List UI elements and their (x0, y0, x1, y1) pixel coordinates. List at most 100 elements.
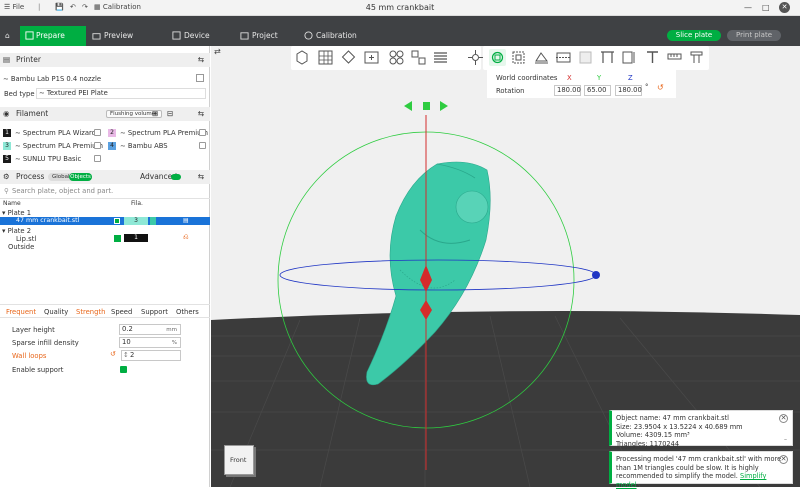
minimize-button[interactable]: — (744, 3, 752, 12)
y-handle-right[interactable] (440, 101, 448, 111)
plate1-label: Plate 1 (7, 209, 32, 217)
filament-5-name: SUNLU TPU Basic (22, 155, 82, 163)
plate1-node[interactable]: ▾ Plate 1 (2, 209, 31, 217)
scale-gizmo-icon[interactable] (510, 49, 527, 66)
slice-plate-button[interactable]: Slice plate (667, 30, 721, 41)
lay-on-face-icon[interactable] (533, 49, 550, 66)
printer-settings-icon[interactable]: ⇆ (198, 53, 204, 67)
mesh-boolean-icon[interactable] (577, 49, 594, 66)
orient-icon[interactable] (340, 49, 357, 66)
remove-filament-icon[interactable]: ⊟ (167, 107, 173, 121)
arrange-all-icon[interactable] (388, 49, 405, 66)
measure-icon[interactable] (666, 49, 683, 66)
tab-calibration[interactable]: Calibration (302, 26, 372, 46)
filament-4-swatch[interactable]: 4 (108, 142, 116, 150)
close-info-notification-button[interactable]: ✕ (779, 414, 788, 423)
collapse-notification-icon[interactable]: – (784, 436, 787, 445)
close-window-button[interactable]: ✕ (779, 2, 790, 13)
obj1-filament[interactable]: 3 (124, 217, 148, 225)
sparse-infill-input[interactable]: 10% (119, 337, 181, 348)
filament-5-swatch[interactable]: 5 (3, 155, 11, 163)
object-row-selected[interactable]: 47 mm crankbait.stl 3 ▤ (0, 217, 210, 225)
obj2-filament[interactable]: 1 (124, 234, 148, 242)
add-cube-icon[interactable] (294, 49, 311, 66)
tab-prepare[interactable]: Prepare (20, 26, 86, 46)
obj2-visible-check[interactable] (114, 235, 121, 242)
global-objects-toggle[interactable]: Global Objects (48, 173, 92, 181)
maximize-button[interactable]: □ (762, 3, 770, 12)
home-tab[interactable]: ⌂ (0, 26, 20, 46)
filament-4-edit-icon[interactable] (199, 142, 206, 149)
seam-paint-icon[interactable] (621, 49, 638, 66)
printer-select[interactable]: ∼ Bambu Lab P1S 0.4 nozzle (3, 75, 101, 83)
tab-preview[interactable]: Preview (90, 26, 156, 46)
y-handle-center[interactable] (423, 102, 430, 110)
filament-3-swatch[interactable]: 3 (3, 142, 11, 150)
process-settings-icon[interactable]: ⇆ (198, 170, 204, 184)
add-filament-icon[interactable]: ⊞ (152, 107, 158, 121)
move-gizmo-icon[interactable] (467, 49, 484, 66)
print-plate-button[interactable]: Print plate (727, 30, 781, 41)
bed-type-select[interactable]: ∼ Textured PEI Plate (36, 88, 206, 99)
settings-tab-frequent[interactable]: Frequent (6, 308, 36, 316)
rotation-z-input[interactable]: 180.00 (615, 85, 642, 96)
filament-2-swatch[interactable]: 2 (108, 129, 116, 137)
view-cube-front-label: Front (230, 456, 247, 464)
filament-1-swatch[interactable]: 1 (3, 129, 11, 137)
advanced-toggle[interactable] (171, 174, 181, 180)
filament-1-select[interactable]: ∼ Spectrum PLA Wizard (15, 129, 96, 137)
filament-settings-icon[interactable]: ⇆ (198, 107, 204, 121)
filament-5-select[interactable]: ∼ SUNLU TPU Basic (15, 155, 81, 163)
obj2-name[interactable]: Lip.stl (16, 235, 36, 243)
device-icon (172, 31, 181, 40)
cut-icon[interactable] (555, 49, 572, 66)
printer-edit-icon[interactable] (196, 74, 204, 82)
layer-view-icon[interactable] (432, 49, 449, 66)
close-warning-notification-button[interactable]: ✕ (779, 455, 788, 464)
plate2-node[interactable]: ▾ Plate 2 (2, 227, 31, 235)
printer-section-title: Printer (16, 55, 41, 64)
wall-loops-reset-icon[interactable]: ↺ (110, 350, 116, 358)
filament-3-edit-icon[interactable] (94, 142, 101, 149)
wall-loops-input[interactable]: ↕ 2 (121, 350, 181, 361)
filament-3-select[interactable]: ∼ Spectrum PLA Premium (15, 142, 103, 150)
grid-arrange-icon[interactable] (317, 49, 334, 66)
z-ring-handle[interactable] (592, 271, 600, 279)
rotation-z-value: 180.00 (618, 86, 642, 94)
text-emboss-icon[interactable] (644, 49, 661, 66)
object-search-input[interactable]: Search plate, object and part. (12, 187, 202, 195)
obj1-visible-check[interactable] (114, 218, 120, 224)
enable-support-checkbox[interactable] (120, 366, 127, 373)
plate-add-icon[interactable] (363, 49, 380, 66)
assembly-icon[interactable] (688, 49, 705, 66)
support-paint-icon[interactable] (599, 49, 616, 66)
rotation-x-input[interactable]: 180.00 (554, 85, 581, 96)
reset-rotation-icon[interactable]: ↺ (657, 83, 664, 92)
y-handle-left[interactable] (404, 101, 412, 111)
filament-2-edit-icon[interactable] (199, 129, 206, 136)
settings-tab-strength[interactable]: Strength (76, 308, 105, 316)
rotation-y-input[interactable]: 65.00 (584, 85, 611, 96)
obj1-edit-icon[interactable]: ▤ (183, 217, 189, 224)
tab-project[interactable]: Project (238, 26, 298, 46)
settings-tab-speed[interactable]: Speed (111, 308, 132, 316)
filament-5-edit-icon[interactable] (94, 155, 101, 162)
settings-tab-quality[interactable]: Quality (44, 308, 68, 316)
filament-1-edit-icon[interactable] (94, 129, 101, 136)
layer-height-input[interactable]: 0.2 mm (119, 324, 181, 335)
settings-tab-others[interactable]: Others (176, 308, 199, 316)
info-triangles: Triangles: 1170244 (616, 439, 680, 448)
filament-4-select[interactable]: ∼ Bambu ABS (120, 142, 168, 150)
split-objects-icon[interactable] (410, 49, 427, 66)
filament-2-select[interactable]: ∼ Spectrum PLA Premium (120, 129, 208, 137)
obj2-warning-icon[interactable]: ⎌ (183, 233, 189, 242)
collapse-sidebar-icon[interactable]: ⇄ (214, 47, 221, 56)
filament-1-name: Spectrum PLA Wizard (22, 129, 96, 137)
layer-height-unit: mm (166, 327, 177, 333)
rotate-gizmo-icon[interactable] (489, 49, 506, 66)
settings-tab-support[interactable]: Support (141, 308, 168, 316)
rotation-label: Rotation (496, 87, 525, 95)
sparse-infill-label: Sparse infill density (12, 339, 79, 347)
view-cube[interactable]: Front (224, 445, 254, 475)
tab-device[interactable]: Device (170, 26, 230, 46)
